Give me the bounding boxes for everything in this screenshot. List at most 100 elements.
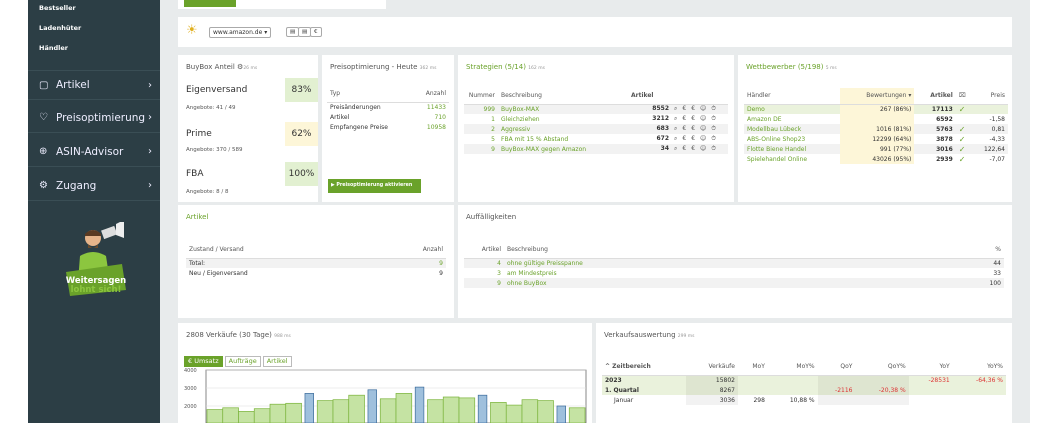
table-row[interactable]: 1. Quartal 8267 -2116 -20,38 %	[602, 385, 1006, 395]
column-header[interactable]: Preis	[968, 88, 1008, 105]
clock-icon[interactable]: ⏱	[711, 145, 716, 152]
search-icon[interactable]: ⌕	[674, 105, 677, 112]
search-icon[interactable]: ⌕	[674, 145, 677, 152]
search-icon[interactable]: ⌕	[674, 125, 677, 132]
chart-bar[interactable]	[222, 407, 239, 423]
table-row[interactable]: Januar 3036 298 10,88 %	[602, 395, 1006, 405]
sidebar-item-asin-advisor[interactable]: ⊕ ASIN-Advisor ›	[28, 137, 160, 167]
chart-bar[interactable]	[269, 403, 287, 423]
table-row[interactable]: 1 Gleichziehen 3212 ⌕ € € ☺ ⏱	[464, 114, 728, 124]
chart-bar[interactable]	[556, 405, 566, 423]
column-header[interactable]: ^ Zeitbereich	[602, 359, 686, 376]
chart-bar[interactable]	[537, 400, 554, 423]
sidebar: Bestseller Ladenhüter Händler ▢ Artikel › …	[28, 0, 160, 423]
chart-bar[interactable]	[395, 393, 413, 423]
euro-icon[interactable]: €	[682, 145, 686, 152]
chart-bar[interactable]	[521, 399, 539, 423]
euro-icon[interactable]: €	[682, 105, 686, 112]
chart-bar[interactable]	[477, 394, 488, 423]
chart-bar[interactable]	[285, 402, 302, 423]
column-header[interactable]: Nummer	[464, 88, 498, 105]
robot-icon[interactable]: ☺	[700, 105, 706, 112]
filter-icon[interactable]: ⌧	[955, 88, 969, 105]
marketplace-dropdown[interactable]: www.amazon.de ▾	[209, 27, 272, 38]
table-row[interactable]: 4 ohne gültige Preisspanne 44	[464, 258, 1004, 268]
chart-bar[interactable]	[379, 398, 397, 423]
chart-bar[interactable]	[316, 400, 334, 423]
tab-umsatz[interactable]: € Umsatz	[184, 356, 223, 367]
search-icon[interactable]: ⌕	[674, 135, 677, 142]
activate-optimization-button[interactable]: ▶ Preisoptimierung aktivieren	[328, 179, 421, 193]
column-header[interactable]: MoY	[737, 359, 768, 376]
chart-bar[interactable]	[238, 411, 255, 423]
chart-bar[interactable]	[458, 397, 476, 423]
robot-icon[interactable]: ☺	[700, 135, 706, 142]
euro-icon[interactable]: €	[682, 135, 686, 142]
chart-bar[interactable]	[332, 399, 350, 423]
robot-icon[interactable]: ☺	[700, 115, 706, 122]
sidebar-item-artikel[interactable]: ▢ Artikel ›	[28, 70, 160, 100]
column-header[interactable]: QoY	[817, 359, 856, 376]
chart-bar[interactable]	[568, 407, 586, 423]
chart-bar[interactable]	[253, 408, 271, 423]
chart-bar[interactable]	[348, 394, 365, 423]
robot-icon[interactable]: ☺	[700, 145, 706, 152]
column-header[interactable]: YoY	[908, 359, 953, 376]
chart-bar[interactable]	[490, 402, 507, 423]
chart-bar[interactable]	[427, 399, 444, 423]
sidebar-item-haendler[interactable]: Händler	[39, 44, 68, 52]
euro-icon[interactable]: €	[691, 135, 695, 142]
chart-bar[interactable]	[414, 386, 425, 423]
currency-button[interactable]: €	[310, 27, 322, 37]
column-header[interactable]: Artikel	[914, 88, 956, 105]
table-row[interactable]: Amazon DE 6592 -1,58	[744, 114, 1008, 124]
table-row[interactable]: Spielehandel Online 43026 (95%) 2939 ✓ -7,07	[744, 154, 1008, 164]
euro-icon[interactable]: €	[691, 105, 695, 112]
column-header[interactable]: Artikel	[628, 88, 728, 105]
clock-icon[interactable]: ⏱	[711, 105, 716, 112]
clock-icon[interactable]: ⏱	[711, 115, 716, 122]
euro-icon[interactable]: €	[691, 115, 695, 122]
column-header[interactable]: QoY%	[855, 359, 909, 376]
chart-bar[interactable]	[367, 389, 377, 423]
table-row[interactable]: 2 Aggressiv 683 ⌕ € € ☺ ⏱	[464, 124, 728, 134]
tab-artikel[interactable]: Artikel	[262, 356, 292, 367]
euro-icon[interactable]: €	[691, 145, 695, 152]
table-row[interactable]: 999 BuyBox-MAX 8552 ⌕ € € ☺ ⏱	[464, 104, 728, 114]
table-row[interactable]: Demo 267 (86%) 17113 ✓	[744, 104, 1008, 114]
euro-icon[interactable]: €	[682, 115, 686, 122]
euro-icon[interactable]: €	[691, 125, 695, 132]
chart-bar[interactable]	[442, 396, 460, 423]
sidebar-item-bestseller[interactable]: Bestseller	[39, 4, 76, 12]
table-row[interactable]: 3 am Mindestpreis 33	[464, 268, 1004, 278]
column-header[interactable]: Bewertungen ▾	[840, 88, 915, 105]
table-row[interactable]: ABS-Online Shop23 12299 (64%) 3878 ✓ -4,33	[744, 134, 1008, 144]
buybox-label: FBA	[186, 169, 204, 179]
robot-icon[interactable]: ☺	[700, 125, 706, 132]
table-row[interactable]: 9 ohne BuyBox 100	[464, 278, 1004, 288]
table-row[interactable]: 5 FBA mit 15 % Abstand 672 ⌕ € € ☺ ⏱	[464, 134, 728, 144]
active-tab[interactable]	[184, 0, 236, 7]
chart-bar[interactable]	[505, 404, 523, 423]
clock-icon[interactable]: ⏱	[711, 135, 716, 142]
euro-icon[interactable]: €	[682, 125, 686, 132]
table-row[interactable]: 9 BuyBox-MAX gegen Amazon 34 ⌕ € € ☺ ⏱	[464, 144, 728, 154]
promo-banner[interactable]: Weitersagen lohnt sich!	[64, 277, 128, 295]
clock-icon[interactable]: ⏱	[711, 125, 716, 132]
column-header[interactable]: Verkäufe	[685, 359, 738, 376]
sidebar-item-preisoptimierung[interactable]: ♡ Preisoptimierung ›	[28, 103, 160, 133]
column-header[interactable]: MoY%	[767, 359, 818, 376]
sidebar-item-zugang[interactable]: ⚙ Zugang ›	[28, 171, 160, 201]
table-row[interactable]: 2023 15802 -28531 -64,36 %	[602, 375, 1006, 385]
table-row[interactable]: Modellbau Lübeck 1016 (81%) 5763 ✓ 0,81	[744, 124, 1008, 134]
column-header[interactable]: Händler	[744, 88, 841, 105]
column-header[interactable]: Beschreibung	[498, 88, 628, 105]
cell: 298	[753, 396, 765, 404]
column-header[interactable]: YoY%	[952, 359, 1006, 376]
chart-bar[interactable]	[304, 393, 314, 423]
sidebar-item-ladenhueter[interactable]: Ladenhüter	[39, 24, 81, 32]
search-icon[interactable]: ⌕	[674, 115, 677, 122]
table-row[interactable]: Flotte Biene Handel 991 (77%) 3016 ✓ 122,64	[744, 144, 1008, 154]
tab-auftraege[interactable]: Aufträge	[224, 356, 261, 367]
chart-bar[interactable]	[206, 409, 224, 423]
